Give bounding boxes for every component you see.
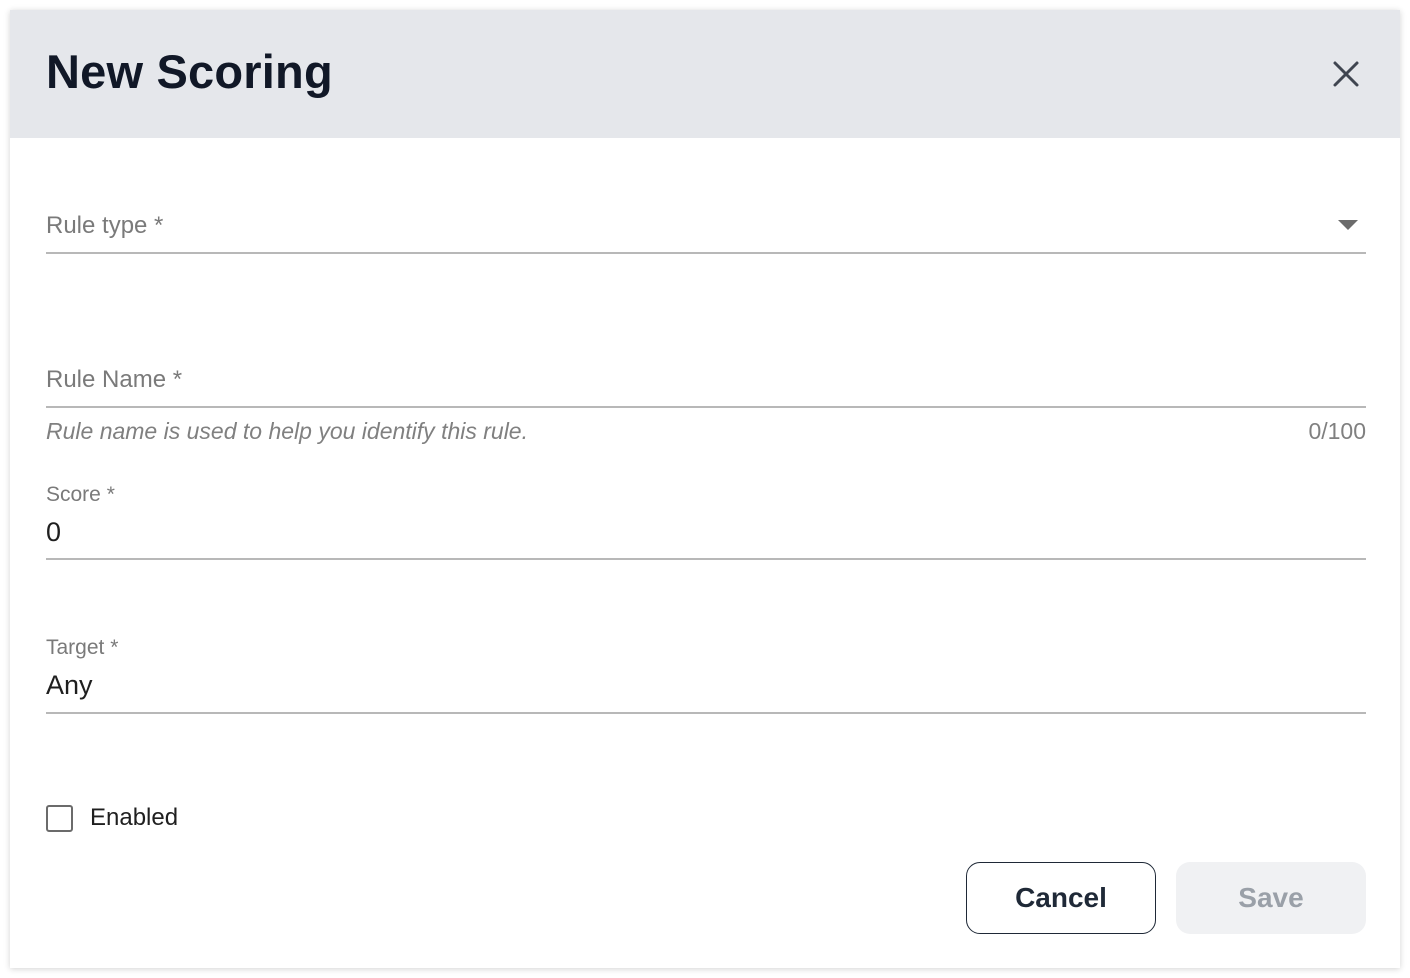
close-icon — [1333, 61, 1359, 87]
save-button[interactable]: Save — [1176, 862, 1366, 934]
target-field[interactable]: Target * Any — [46, 635, 1366, 715]
target-value: Any — [46, 670, 93, 700]
rule-type-select[interactable]: Rule type * — [46, 200, 1366, 256]
rule-name-helper-text: Rule name is used to help you identify t… — [46, 418, 528, 444]
new-scoring-dialog: New Scoring Rule type * Rule Name * Rule… — [10, 10, 1400, 968]
rule-name-underline — [46, 406, 1366, 408]
score-underline — [46, 558, 1366, 560]
close-button[interactable] — [1322, 50, 1370, 98]
chevron-down-icon[interactable] — [1338, 220, 1358, 230]
rule-type-label: Rule type * — [46, 212, 164, 239]
cancel-button[interactable]: Cancel — [966, 862, 1156, 934]
score-field[interactable]: Score * 0 — [46, 482, 1366, 562]
dialog-title: New Scoring — [46, 45, 333, 98]
score-label: Score * — [46, 483, 115, 506]
dialog-header: New Scoring — [10, 10, 1400, 138]
rule-name-helper-row: Rule name is used to help you identify t… — [46, 416, 1366, 448]
rule-name-field[interactable]: Rule Name * — [46, 354, 1366, 410]
target-label: Target * — [46, 636, 119, 659]
rule-name-label: Rule Name * — [46, 366, 183, 393]
rule-name-char-counter: 0/100 — [1308, 418, 1366, 444]
checkbox-icon[interactable] — [46, 804, 73, 832]
rule-type-underline — [46, 252, 1366, 254]
target-underline — [46, 712, 1366, 714]
enabled-label: Enabled — [90, 804, 179, 831]
score-value: 0 — [46, 517, 62, 547]
enabled-checkbox[interactable]: Enabled — [46, 802, 178, 834]
